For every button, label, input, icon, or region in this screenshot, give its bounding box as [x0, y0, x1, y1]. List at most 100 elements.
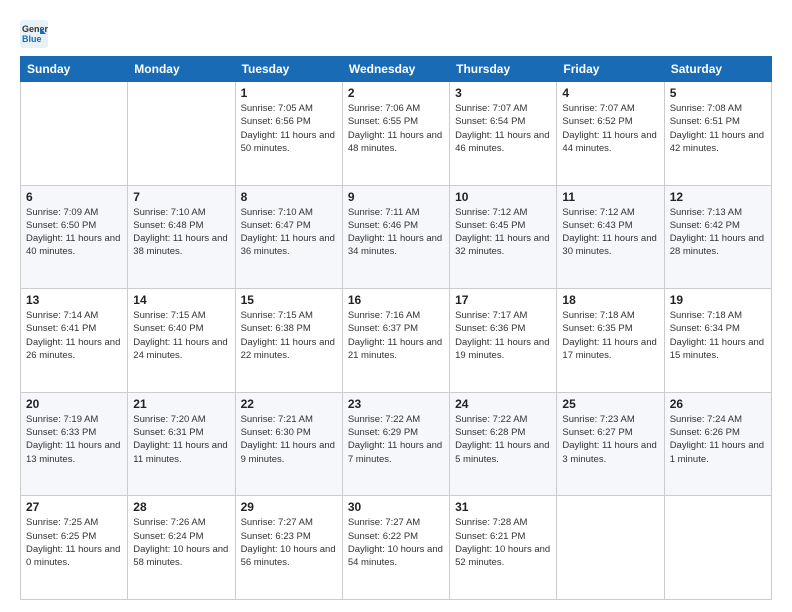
day-info: Sunrise: 7:07 AM Sunset: 6:54 PM Dayligh… — [455, 102, 551, 155]
day-number: 2 — [348, 86, 444, 100]
calendar-week-4: 20 Sunrise: 7:19 AM Sunset: 6:33 PM Dayli… — [21, 392, 772, 496]
day-info: Sunrise: 7:18 AM Sunset: 6:35 PM Dayligh… — [562, 309, 658, 362]
day-number: 6 — [26, 190, 122, 204]
calendar-cell: 11Sunrise: 7:12 AM Sunset: 6:43 PM Dayli… — [557, 185, 664, 289]
day-number: 27 — [26, 500, 122, 514]
calendar-cell: 21 Sunrise: 7:20 AM Sunset: 6:31 PM Dayli… — [128, 392, 235, 496]
day-info: Sunrise: 7:22 AM Sunset: 6:29 PM Dayligh… — [348, 413, 444, 466]
calendar-cell — [128, 82, 235, 186]
day-number: 12 — [670, 190, 766, 204]
calendar-table: SundayMondayTuesdayWednesdayThursdayFrid… — [20, 56, 772, 600]
calendar-cell: 10 Sunrise: 7:12 AM Sunset: 6:45 PM Dayli… — [450, 185, 557, 289]
calendar-cell: 17 Sunrise: 7:17 AM Sunset: 6:36 PM Dayli… — [450, 289, 557, 393]
calendar-cell — [664, 496, 771, 600]
calendar-header-tuesday: Tuesday — [235, 57, 342, 82]
day-number: 20 — [26, 397, 122, 411]
calendar-week-5: 27 Sunrise: 7:25 AM Sunset: 6:25 PM Dayli… — [21, 496, 772, 600]
day-number: 23 — [348, 397, 444, 411]
day-info: Sunrise: 7:18 AM Sunset: 6:34 PM Dayligh… — [670, 309, 766, 362]
calendar-cell: 1Sunrise: 7:05 AM Sunset: 6:56 PM Daylig… — [235, 82, 342, 186]
day-number: 29 — [241, 500, 337, 514]
day-number: 13 — [26, 293, 122, 307]
day-info: Sunrise: 7:15 AM Sunset: 6:40 PM Dayligh… — [133, 309, 229, 362]
calendar-cell: 5 Sunrise: 7:08 AM Sunset: 6:51 PM Daylig… — [664, 82, 771, 186]
day-info: Sunrise: 7:08 AM Sunset: 6:51 PM Dayligh… — [670, 102, 766, 155]
day-info: Sunrise: 7:19 AM Sunset: 6:33 PM Dayligh… — [26, 413, 122, 466]
calendar-cell: 9 Sunrise: 7:11 AM Sunset: 6:46 PM Daylig… — [342, 185, 449, 289]
calendar-cell: 16Sunrise: 7:16 AM Sunset: 6:37 PM Dayli… — [342, 289, 449, 393]
calendar-cell: 12 Sunrise: 7:13 AM Sunset: 6:42 PM Dayli… — [664, 185, 771, 289]
calendar-cell: 29 Sunrise: 7:27 AM Sunset: 6:23 PM Dayli… — [235, 496, 342, 600]
day-info: Sunrise: 7:16 AM Sunset: 6:37 PM Dayligh… — [348, 309, 444, 362]
day-info: Sunrise: 7:22 AM Sunset: 6:28 PM Dayligh… — [455, 413, 551, 466]
calendar-cell: 8 Sunrise: 7:10 AM Sunset: 6:47 PM Daylig… — [235, 185, 342, 289]
day-number: 1 — [241, 86, 337, 100]
day-number: 25 — [562, 397, 658, 411]
calendar-cell: 7 Sunrise: 7:10 AM Sunset: 6:48 PM Daylig… — [128, 185, 235, 289]
day-info: Sunrise: 7:21 AM Sunset: 6:30 PM Dayligh… — [241, 413, 337, 466]
day-number: 11 — [562, 190, 658, 204]
calendar-cell — [21, 82, 128, 186]
calendar-cell: 23 Sunrise: 7:22 AM Sunset: 6:29 PM Dayli… — [342, 392, 449, 496]
calendar-cell: 2Sunrise: 7:06 AM Sunset: 6:55 PM Daylig… — [342, 82, 449, 186]
calendar-cell: 27 Sunrise: 7:25 AM Sunset: 6:25 PM Dayli… — [21, 496, 128, 600]
day-number: 7 — [133, 190, 229, 204]
day-number: 9 — [348, 190, 444, 204]
calendar-week-3: 13Sunrise: 7:14 AM Sunset: 6:41 PM Dayli… — [21, 289, 772, 393]
calendar-cell: 13Sunrise: 7:14 AM Sunset: 6:41 PM Dayli… — [21, 289, 128, 393]
calendar-cell: 22 Sunrise: 7:21 AM Sunset: 6:30 PM Dayli… — [235, 392, 342, 496]
day-number: 17 — [455, 293, 551, 307]
day-info: Sunrise: 7:17 AM Sunset: 6:36 PM Dayligh… — [455, 309, 551, 362]
day-info: Sunrise: 7:23 AM Sunset: 6:27 PM Dayligh… — [562, 413, 658, 466]
calendar-cell — [557, 496, 664, 600]
calendar-cell: 3 Sunrise: 7:07 AM Sunset: 6:54 PM Daylig… — [450, 82, 557, 186]
day-number: 14 — [133, 293, 229, 307]
calendar-header-thursday: Thursday — [450, 57, 557, 82]
day-number: 10 — [455, 190, 551, 204]
calendar-header-sunday: Sunday — [21, 57, 128, 82]
day-number: 18 — [562, 293, 658, 307]
day-info: Sunrise: 7:10 AM Sunset: 6:48 PM Dayligh… — [133, 206, 229, 259]
day-number: 30 — [348, 500, 444, 514]
day-number: 22 — [241, 397, 337, 411]
day-info: Sunrise: 7:24 AM Sunset: 6:26 PM Dayligh… — [670, 413, 766, 466]
day-number: 21 — [133, 397, 229, 411]
day-number: 26 — [670, 397, 766, 411]
day-info: Sunrise: 7:10 AM Sunset: 6:47 PM Dayligh… — [241, 206, 337, 259]
day-info: Sunrise: 7:12 AM Sunset: 6:45 PM Dayligh… — [455, 206, 551, 259]
day-info: Sunrise: 7:27 AM Sunset: 6:23 PM Dayligh… — [241, 516, 337, 569]
calendar-cell: 18 Sunrise: 7:18 AM Sunset: 6:35 PM Dayli… — [557, 289, 664, 393]
calendar-header-friday: Friday — [557, 57, 664, 82]
day-number: 24 — [455, 397, 551, 411]
calendar-cell: 25 Sunrise: 7:23 AM Sunset: 6:27 PM Dayli… — [557, 392, 664, 496]
svg-text:Blue: Blue — [22, 34, 42, 44]
day-info: Sunrise: 7:25 AM Sunset: 6:25 PM Dayligh… — [26, 516, 122, 569]
header: General Blue — [20, 16, 772, 48]
calendar-header-row: SundayMondayTuesdayWednesdayThursdayFrid… — [21, 57, 772, 82]
calendar-cell: 31 Sunrise: 7:28 AM Sunset: 6:21 PM Dayli… — [450, 496, 557, 600]
day-info: Sunrise: 7:28 AM Sunset: 6:21 PM Dayligh… — [455, 516, 551, 569]
day-number: 4 — [562, 86, 658, 100]
calendar-cell: 28Sunrise: 7:26 AM Sunset: 6:24 PM Dayli… — [128, 496, 235, 600]
day-info: Sunrise: 7:09 AM Sunset: 6:50 PM Dayligh… — [26, 206, 122, 259]
day-number: 8 — [241, 190, 337, 204]
logo: General Blue — [20, 20, 52, 48]
day-number: 31 — [455, 500, 551, 514]
calendar-cell: 20 Sunrise: 7:19 AM Sunset: 6:33 PM Dayli… — [21, 392, 128, 496]
day-info: Sunrise: 7:13 AM Sunset: 6:42 PM Dayligh… — [670, 206, 766, 259]
calendar-header-saturday: Saturday — [664, 57, 771, 82]
day-info: Sunrise: 7:15 AM Sunset: 6:38 PM Dayligh… — [241, 309, 337, 362]
day-info: Sunrise: 7:07 AM Sunset: 6:52 PM Dayligh… — [562, 102, 658, 155]
calendar-header-monday: Monday — [128, 57, 235, 82]
calendar-cell: 14 Sunrise: 7:15 AM Sunset: 6:40 PM Dayli… — [128, 289, 235, 393]
day-number: 19 — [670, 293, 766, 307]
day-info: Sunrise: 7:26 AM Sunset: 6:24 PM Dayligh… — [133, 516, 229, 569]
day-info: Sunrise: 7:11 AM Sunset: 6:46 PM Dayligh… — [348, 206, 444, 259]
calendar-cell: 6 Sunrise: 7:09 AM Sunset: 6:50 PM Daylig… — [21, 185, 128, 289]
day-number: 5 — [670, 86, 766, 100]
day-number: 3 — [455, 86, 551, 100]
calendar-week-2: 6 Sunrise: 7:09 AM Sunset: 6:50 PM Daylig… — [21, 185, 772, 289]
day-info: Sunrise: 7:20 AM Sunset: 6:31 PM Dayligh… — [133, 413, 229, 466]
calendar-cell: 19 Sunrise: 7:18 AM Sunset: 6:34 PM Dayli… — [664, 289, 771, 393]
logo-icon: General Blue — [20, 20, 48, 48]
